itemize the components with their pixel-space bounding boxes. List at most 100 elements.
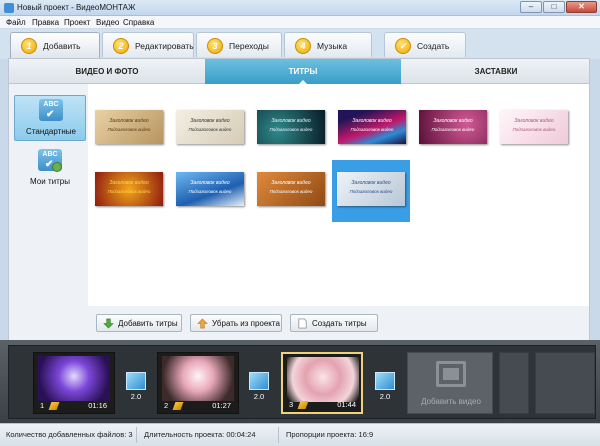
title-template[interactable]: Заголовок видео Подзаголовок видео <box>495 98 573 160</box>
titles-actions: Добавить титры Убрать из проекта Создать… <box>88 306 590 340</box>
title-template[interactable]: Заголовок видео Подзаголовок видео <box>171 98 249 160</box>
title-template[interactable]: Заголовок видео Подзаголовок видео <box>414 98 492 160</box>
transition-duration: 2.0 <box>130 392 142 401</box>
tab-add[interactable]: 1 Добавить <box>10 32 100 59</box>
media-subtabs: ВИДЕО И ФОТО ТИТРЫ ЗАСТАВКИ <box>8 58 591 85</box>
template-title: Заголовок видео <box>351 180 391 186</box>
template-thumbnail: Заголовок видео Подзаголовок видео <box>419 110 487 144</box>
title-template[interactable]: Заголовок видео Подзаголовок видео <box>252 160 330 222</box>
film-icon <box>436 361 466 387</box>
clip-index: 3 <box>289 400 294 409</box>
category-standard[interactable]: ABC Стандартные <box>14 95 86 141</box>
arrow-up-icon <box>197 318 208 329</box>
category-label: Мои титры <box>30 177 70 186</box>
step-1-icon: 1 <box>21 38 37 54</box>
add-titles-button[interactable]: Добавить титры <box>96 314 182 332</box>
storyboard: 1 01:16 2.0 2 01:27 2.0 3 01:44 2.0 Доба… <box>8 345 596 419</box>
pencil-icon[interactable] <box>172 402 184 410</box>
template-subtitle: Подзаголовок видео <box>107 189 151 194</box>
status-divider <box>136 427 137 443</box>
template-subtitle: Подзаголовок видео <box>188 189 232 194</box>
pencil-icon[interactable] <box>48 402 60 410</box>
add-video-slot[interactable]: Добавить видео <box>407 352 493 414</box>
step-3-icon: 3 <box>207 38 223 54</box>
template-thumbnail: Заголовок видео Подзаголовок видео <box>95 110 163 144</box>
template-thumbnail: Заголовок видео Подзаголовок видео <box>337 172 405 206</box>
tab-label: Добавить <box>43 41 81 51</box>
empty-slot <box>499 352 529 414</box>
tab-label: Переходы <box>229 41 269 51</box>
template-title: Заголовок видео <box>271 180 311 186</box>
maximize-button[interactable]: □ <box>543 1 565 13</box>
tab-music[interactable]: 4 Музыка <box>284 32 372 57</box>
menu-project[interactable]: Проект <box>64 18 90 27</box>
timeline-clip[interactable]: 2 01:27 <box>157 352 239 414</box>
create-titles-button[interactable]: Создать титры <box>290 314 378 332</box>
title-template[interactable]: Заголовок видео Подзаголовок видео <box>171 160 249 222</box>
menu-file[interactable]: Файл <box>6 18 26 27</box>
title-template-selected[interactable]: Заголовок видео Подзаголовок видео <box>332 160 410 222</box>
title-bar: Новый проект - ВидеоМОНТАЖ – □ ✕ <box>0 0 600 16</box>
template-title: Заголовок видео <box>109 118 149 124</box>
clip-duration: 01:16 <box>88 401 107 410</box>
tab-intros[interactable]: ЗАСТАВКИ <box>401 59 591 84</box>
template-subtitle: Подзаголовок видео <box>350 127 394 132</box>
tab-transitions[interactable]: 3 Переходы <box>196 32 282 57</box>
transition[interactable]: 2.0 <box>371 372 399 402</box>
remove-from-project-button[interactable]: Убрать из проекта <box>190 314 282 332</box>
minimize-button[interactable]: – <box>520 1 542 13</box>
document-icon <box>298 318 307 329</box>
tab-titles[interactable]: ТИТРЫ <box>205 59 401 85</box>
clip-thumbnail <box>162 356 234 401</box>
template-subtitle: Подзаголовок видео <box>269 189 313 194</box>
tab-video-photo[interactable]: ВИДЕО И ФОТО <box>9 59 205 84</box>
transition[interactable]: 2.0 <box>122 372 150 402</box>
clip-index: 2 <box>164 401 169 410</box>
transition[interactable]: 2.0 <box>245 372 273 402</box>
template-thumbnail: Заголовок видео Подзаголовок видео <box>500 110 568 144</box>
button-label: Добавить титры <box>118 319 178 328</box>
checkmark-icon: ✓ <box>395 38 411 54</box>
close-button[interactable]: ✕ <box>566 1 597 13</box>
pencil-icon[interactable] <box>297 401 309 409</box>
menu-bar: Файл Правка Проект Видео Справка <box>0 16 600 29</box>
timeline-clip[interactable]: 1 01:16 <box>33 352 115 414</box>
button-label: Убрать из проекта <box>212 319 280 328</box>
template-title: Заголовок видео <box>109 180 149 186</box>
tab-edit[interactable]: 2 Редактировать <box>102 32 194 57</box>
user-icon <box>52 162 62 172</box>
step-2-icon: 2 <box>113 38 129 54</box>
template-thumbnail: Заголовок видео Подзаголовок видео <box>338 110 406 144</box>
tab-label: Редактировать <box>135 41 194 51</box>
menu-video[interactable]: Видео <box>96 18 119 27</box>
app-icon <box>4 3 14 13</box>
status-files-count: Количество добавленных файлов: 3 <box>6 430 133 439</box>
button-label: Создать титры <box>312 319 367 328</box>
transition-icon <box>375 372 395 390</box>
tab-label: Музыка <box>317 41 348 51</box>
timeline: 1 01:16 2.0 2 01:27 2.0 3 01:44 2.0 Доба… <box>0 340 600 423</box>
menu-edit[interactable]: Правка <box>32 18 59 27</box>
category-my-titles[interactable]: ABC Мои титры <box>14 146 86 192</box>
title-template[interactable]: Заголовок видео Подзаголовок видео <box>333 98 411 160</box>
step-tabs: 1 Добавить 2 Редактировать 3 Переходы 4 … <box>0 29 600 59</box>
add-video-label: Добавить видео <box>421 397 481 406</box>
titles-grid: Заголовок видео Подзаголовок видео Загол… <box>88 84 590 306</box>
template-thumbnail: Заголовок видео Подзаголовок видео <box>176 172 244 206</box>
abc-icon: ABC <box>39 99 63 121</box>
clip-thumbnail <box>38 356 110 401</box>
title-template[interactable]: Заголовок видео Подзаголовок видео <box>252 98 330 160</box>
template-subtitle: Подзаголовок видео <box>269 127 313 132</box>
clip-duration: 01:44 <box>337 400 356 409</box>
category-label: Стандартные <box>26 127 76 136</box>
template-title: Заголовок видео <box>190 180 230 186</box>
clip-index: 1 <box>40 401 45 410</box>
title-template[interactable]: Заголовок видео Подзаголовок видео <box>90 160 168 222</box>
menu-help[interactable]: Справка <box>123 18 154 27</box>
timeline-clip-selected[interactable]: 3 01:44 <box>281 352 363 414</box>
title-template[interactable]: Заголовок видео Подзаголовок видео <box>90 98 168 160</box>
template-title: Заголовок видео <box>352 118 392 124</box>
window-title: Новый проект - ВидеоМОНТАЖ <box>17 3 136 12</box>
template-title: Заголовок видео <box>190 118 230 124</box>
tab-create[interactable]: ✓ Создать <box>384 32 466 57</box>
